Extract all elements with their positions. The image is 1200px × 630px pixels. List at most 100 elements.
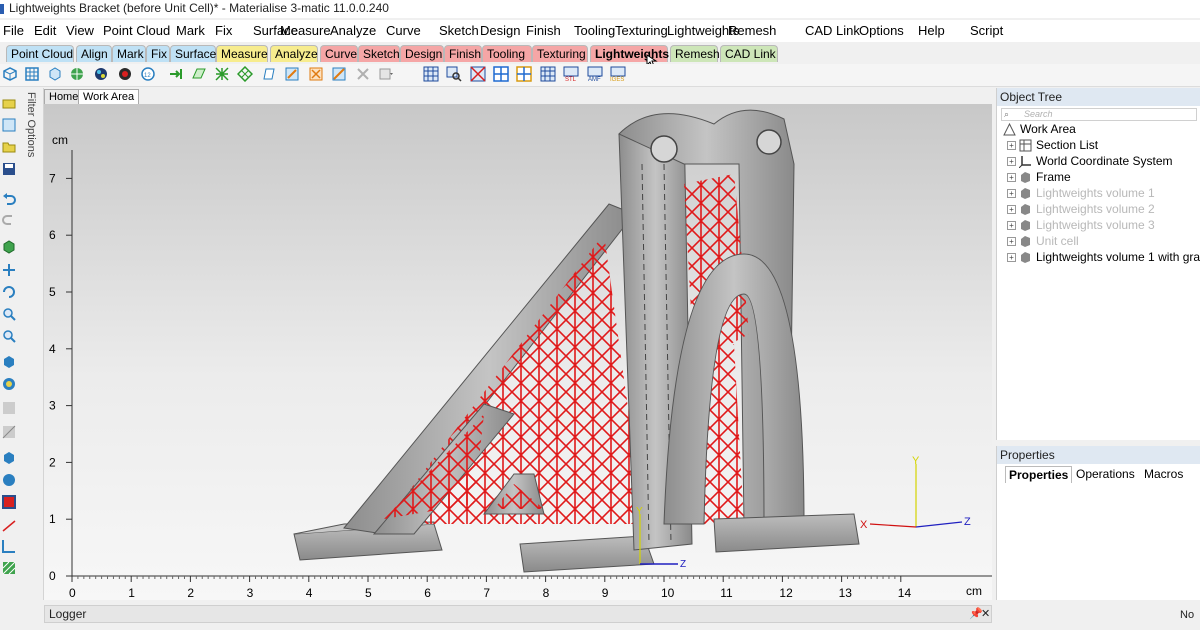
tab-properties[interactable]: Properties — [1005, 466, 1073, 483]
menu-cad-link[interactable]: Options — [859, 23, 904, 38]
transparency-icon[interactable] — [2, 473, 16, 487]
menu-file[interactable]: File — [3, 23, 24, 38]
import-arrow-icon[interactable] — [168, 66, 184, 82]
shaded-view-icon[interactable] — [2, 451, 16, 465]
expand-icon[interactable]: + — [1007, 205, 1016, 215]
export-amf-icon[interactable]: AMF — [587, 66, 603, 82]
menu-analyze[interactable]: Curve — [386, 23, 421, 38]
surface-icon[interactable] — [261, 66, 277, 82]
expand-icon[interactable]: + — [1007, 221, 1016, 231]
menu-mark[interactable]: Fix — [215, 23, 232, 38]
expand-icon[interactable]: + — [1007, 157, 1016, 167]
menu-help[interactable]: Script — [970, 23, 1003, 38]
orange-lattice-icon[interactable] — [308, 66, 324, 82]
tab-operations[interactable]: Operations — [1073, 466, 1138, 482]
diamond-lattice-icon[interactable] — [237, 66, 253, 82]
color-sphere-icon[interactable] — [93, 66, 109, 82]
zoom-fit-icon[interactable] — [2, 329, 16, 343]
tab-mark[interactable]: Mark — [112, 45, 146, 62]
scene-svg[interactable]: cm 01234567 0 1 2 3 4 5 6 7 8 9 10 11 12 13 14 cm — [44, 104, 992, 600]
menu-finish[interactable]: Tooling — [574, 23, 615, 38]
tab-curve[interactable]: Curve — [320, 45, 358, 62]
rotate-icon[interactable] — [2, 285, 16, 299]
menu-sketch[interactable]: Design — [480, 23, 520, 38]
menu-measure[interactable]: Analyze — [330, 23, 376, 38]
tab-finish[interactable]: Finish — [444, 45, 482, 62]
export-iges-icon[interactable]: IGES — [610, 66, 626, 82]
zoom-icon[interactable] — [2, 307, 16, 321]
front-view-icon[interactable] — [2, 355, 16, 369]
tree-item-lightweights-volume-1-graded[interactable]: + Lightweights volume 1 with gra — [1007, 249, 1200, 265]
dropdown-icon[interactable] — [378, 66, 394, 82]
window-grid-icon[interactable] — [493, 66, 509, 82]
texture-icon[interactable] — [2, 561, 16, 575]
cube-icon[interactable] — [47, 66, 63, 82]
menu-edit[interactable]: Edit — [34, 23, 56, 38]
box-view-icon[interactable] — [2, 495, 16, 509]
menu-point-cloud[interactable]: Point Cloud — [103, 23, 170, 38]
scene-icon[interactable] — [2, 96, 16, 110]
tree-item-unit-cell[interactable]: + Unit cell — [1007, 233, 1079, 249]
view-cube-icon[interactable] — [2, 240, 16, 254]
select-icon[interactable] — [2, 118, 16, 132]
tab-measure[interactable]: Measure — [216, 45, 268, 62]
tree-item-lightweights-volume-2[interactable]: + Lightweights volume 2 — [1007, 201, 1155, 217]
filter-options-panel[interactable]: Filter Options — [23, 88, 44, 600]
logger-panel[interactable]: Logger 📌 ✕ — [44, 605, 992, 623]
menu-lightweights[interactable]: Remesh — [728, 23, 776, 38]
tab-align[interactable]: Align — [76, 45, 112, 62]
ruler-icon[interactable] — [2, 539, 16, 553]
multi-window-icon[interactable] — [516, 66, 532, 82]
menu-design[interactable]: Finish — [526, 23, 561, 38]
mesh-edit-icon[interactable] — [540, 66, 556, 82]
unit-cell-icon[interactable] — [2, 66, 18, 82]
expand-icon[interactable]: + — [1007, 253, 1016, 263]
menu-view[interactable]: View — [66, 23, 94, 38]
tab-design[interactable]: Design — [400, 45, 444, 62]
tree-item-world-coordinate-system[interactable]: + World Coordinate System — [1007, 153, 1173, 169]
tab-remesh[interactable]: Remesh — [670, 45, 720, 62]
tab-work-area[interactable]: Work Area — [78, 89, 140, 104]
cut-lattice-icon[interactable] — [284, 66, 300, 82]
tree-item-lightweights-volume-1[interactable]: + Lightweights volume 1 — [1007, 185, 1155, 201]
clip-plane-icon[interactable] — [2, 519, 16, 533]
mesh-grid-icon[interactable] — [423, 66, 439, 82]
undo-icon[interactable] — [2, 192, 16, 206]
expand-icon[interactable]: + — [1007, 141, 1016, 151]
tree-item-frame[interactable]: + Frame — [1007, 169, 1071, 185]
bracket-part[interactable] — [293, 109, 860, 573]
expand-icon[interactable]: + — [1007, 237, 1016, 247]
tab-sketch[interactable]: Sketch — [358, 45, 400, 62]
red-sphere-icon[interactable] — [117, 66, 133, 82]
lattice-green-icon[interactable] — [214, 66, 230, 82]
tree-item-section-list[interactable]: + Section List — [1007, 137, 1098, 153]
expand-icon[interactable]: + — [1007, 189, 1016, 199]
menu-options[interactable]: Help — [918, 23, 945, 38]
menu-tooling[interactable]: Texturing — [615, 23, 668, 38]
close-icon[interactable]: ✕ — [981, 607, 990, 620]
tab-tooling[interactable]: Tooling — [482, 45, 532, 62]
redo-icon[interactable] — [2, 212, 16, 226]
tab-macros[interactable]: Macros — [1141, 466, 1186, 482]
section-view-icon[interactable] — [2, 425, 16, 439]
tab-surface[interactable]: Surface — [170, 45, 216, 62]
pan-icon[interactable] — [2, 263, 16, 277]
object-tree-search[interactable]: ⌕ Search — [1001, 108, 1197, 121]
export-stl-icon[interactable]: STL — [563, 66, 579, 82]
disabled-tool-icon[interactable] — [355, 66, 371, 82]
tab-fix[interactable]: Fix — [146, 45, 170, 62]
menu-curve[interactable]: Sketch — [439, 23, 479, 38]
tab-point-cloud[interactable]: Point Cloud — [6, 45, 74, 62]
measure-sphere-icon[interactable]: 12 — [140, 66, 156, 82]
sphere-lattice-icon[interactable] — [69, 66, 85, 82]
mesh-search-icon[interactable] — [446, 66, 462, 82]
tab-texturing[interactable]: Texturing — [532, 45, 588, 62]
plane-icon[interactable] — [191, 66, 207, 82]
menu-remesh[interactable]: CAD Link — [805, 23, 860, 38]
tree-item-work-area[interactable]: Work Area — [1003, 121, 1076, 137]
save-icon[interactable] — [2, 162, 16, 176]
iso-view-icon[interactable] — [2, 377, 16, 391]
expand-icon[interactable]: + — [1007, 173, 1016, 183]
menu-surface[interactable]: Measure — [280, 23, 331, 38]
menu-align[interactable]: Mark — [176, 23, 205, 38]
